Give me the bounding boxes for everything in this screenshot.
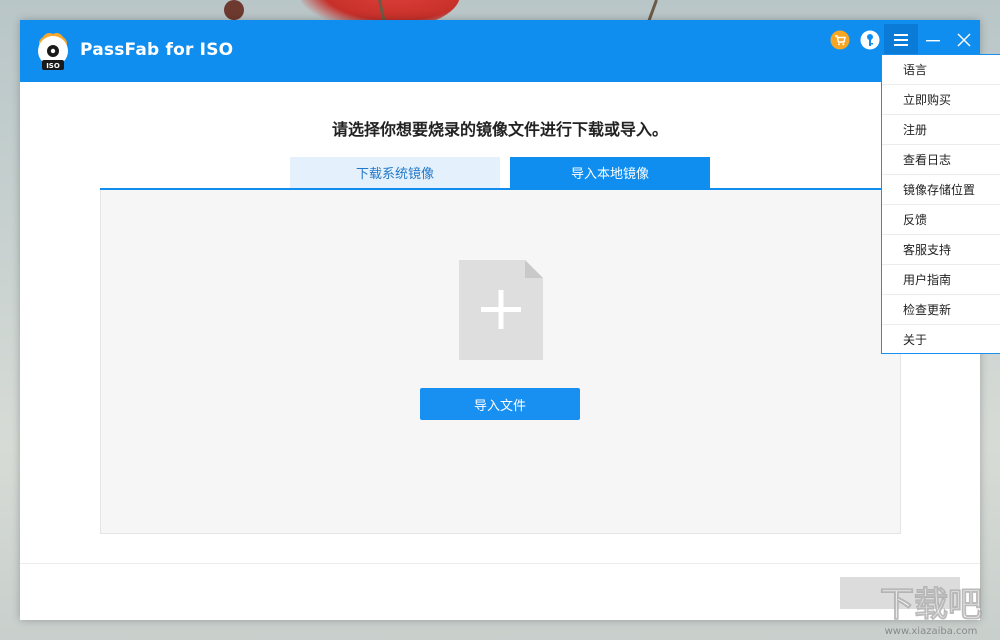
menu-item-view-log[interactable]: 查看日志 — [882, 145, 1000, 175]
footer-divider — [20, 563, 980, 564]
register-key-button[interactable] — [856, 26, 884, 54]
menu-button[interactable] — [884, 24, 918, 56]
close-button[interactable] — [950, 26, 978, 54]
menu-item-feedback[interactable]: 反馈 — [882, 205, 1000, 235]
tab-import-local-image[interactable]: 导入本地镜像 — [510, 157, 710, 188]
app-logo-icon: ISO — [35, 31, 71, 71]
add-file-icon[interactable] — [459, 260, 543, 360]
menu-item-support[interactable]: 客服支持 — [882, 235, 1000, 265]
tab-download-system-image[interactable]: 下载系统镜像 — [290, 157, 500, 188]
menu-item-language[interactable]: 语言 — [882, 55, 1000, 85]
import-file-button[interactable]: 导入文件 — [420, 388, 580, 420]
page-heading: 请选择你想要烧录的镜像文件进行下载或导入。 — [20, 116, 980, 140]
menu-icon — [893, 33, 909, 47]
menu-item-user-guide[interactable]: 用户指南 — [882, 265, 1000, 295]
menu-item-check-update[interactable]: 检查更新 — [882, 295, 1000, 325]
title-bar: ISO PassFab for ISO — [20, 20, 980, 82]
cart-icon — [830, 30, 850, 50]
key-icon — [860, 30, 880, 50]
wallpaper-bud — [224, 0, 244, 20]
watermark: 下载吧 www.xiazaiba.com — [866, 578, 996, 638]
logo-text: ISO — [46, 62, 60, 70]
menu-item-image-storage-location[interactable]: 镜像存储位置 — [882, 175, 1000, 205]
app-window: ISO PassFab for ISO — [20, 20, 980, 620]
menu-item-about[interactable]: 关于 — [882, 325, 1000, 355]
minimize-icon — [925, 32, 941, 48]
watermark-text: 下载吧 — [880, 585, 982, 625]
minimize-button[interactable] — [919, 26, 947, 54]
watermark-url: www.xiazaiba.com — [885, 626, 978, 637]
cart-button[interactable] — [826, 26, 854, 54]
wallpaper-stem — [648, 0, 658, 21]
main-menu-dropdown: 语言 立即购买 注册 查看日志 镜像存储位置 反馈 客服支持 用户指南 检查更新… — [881, 54, 1000, 354]
menu-item-register[interactable]: 注册 — [882, 115, 1000, 145]
menu-item-buy-now[interactable]: 立即购买 — [882, 85, 1000, 115]
close-icon — [956, 32, 972, 48]
import-panel[interactable]: 导入文件 — [100, 190, 901, 534]
app-title: PassFab for ISO — [80, 40, 233, 60]
